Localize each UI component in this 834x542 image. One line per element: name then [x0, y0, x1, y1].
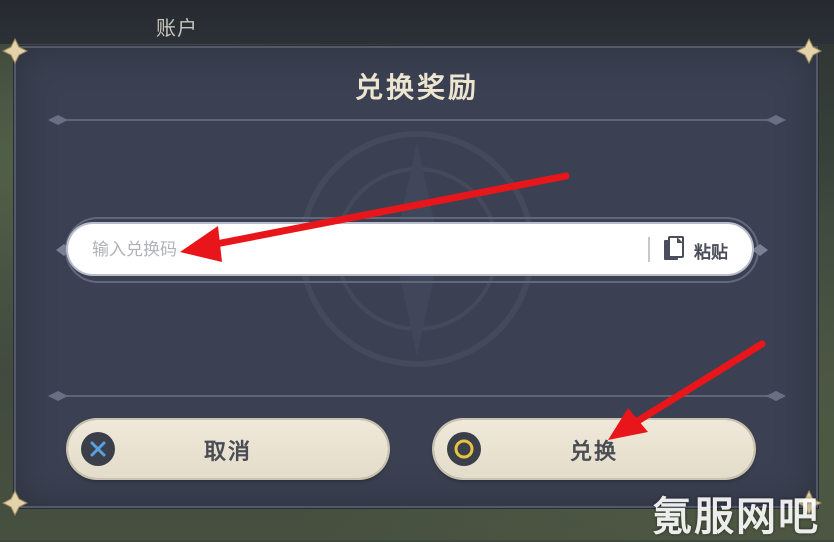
annotation-arrowhead-redeem — [608, 408, 648, 440]
annotation-arrow-redeem — [632, 340, 766, 426]
annotation-arrowhead-input — [180, 226, 222, 262]
site-watermark: 氪服网吧 — [652, 494, 820, 540]
annotation-arrows — [180, 172, 766, 440]
annotation-arrow-input — [212, 172, 570, 248]
